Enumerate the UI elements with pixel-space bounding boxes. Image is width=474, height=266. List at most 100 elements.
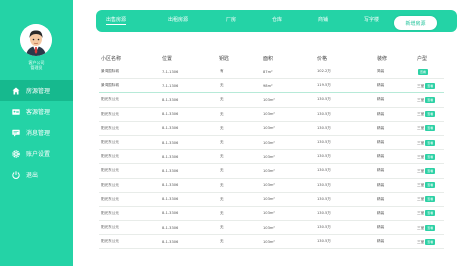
- view-badge[interactable]: 查看: [425, 139, 436, 146]
- tab-for-sale[interactable]: 出售房源: [106, 16, 127, 25]
- cell-key: 无: [220, 83, 224, 88]
- tab-warehouse[interactable]: 仓库: [272, 16, 282, 23]
- cell-decoration: 精装: [377, 83, 385, 88]
- table-row[interactable]: 阳光东公元 8-1-3306 无 103m² 130.5万 精装 三室 查看: [99, 93, 444, 108]
- cell-name: 景湾国际城: [101, 83, 119, 88]
- table-row[interactable]: 阳光东公元 8-1-3306 无 103m² 130.5万 精装 三室 查看: [99, 193, 444, 207]
- sidebar-item-label: 消息管理: [26, 130, 51, 137]
- cell-name: 阳光东公元: [101, 125, 119, 130]
- cell-location: 8-1-3306: [162, 168, 179, 173]
- avatar[interactable]: [20, 24, 52, 56]
- cell-area: 103m²: [263, 225, 275, 230]
- view-badge[interactable]: 查看: [425, 153, 436, 160]
- cell-layout: 三室 查看: [409, 224, 444, 231]
- cell-decoration: 精装: [377, 140, 385, 145]
- cell-location: 8-1-3306: [162, 183, 179, 188]
- table-row[interactable]: 阳光东公元 8-1-3306 无 103m² 130.5万 精装 三室 查看: [99, 221, 444, 236]
- cell-layout: 三室 查看: [409, 125, 444, 132]
- table-header: 小区名称 位置 钥匙 面积 价格 装修 户型: [99, 51, 444, 65]
- sidebar: 客户公司 管理员 房源管理 客源管理 消息管理 账户设置 退出: [0, 0, 73, 266]
- sidebar-item-clients[interactable]: 客源管理: [0, 101, 73, 122]
- layout-text: 三室: [417, 183, 425, 188]
- view-badge[interactable]: 查看: [425, 238, 436, 245]
- sidebar-nav: 房源管理 客源管理 消息管理 账户设置 退出: [0, 80, 73, 185]
- cell-decoration: 简装: [377, 69, 385, 74]
- cell-layout: 查看: [409, 68, 444, 75]
- tab-for-rent[interactable]: 出租房源: [168, 16, 188, 23]
- cell-layout: 三室 查看: [409, 153, 444, 160]
- table-body: 景湾国际城 7-1-1306 有 87m² 102.2万 简装 查看 景湾国际城 7-1-130…: [99, 65, 444, 250]
- view-badge[interactable]: 查看: [425, 96, 436, 103]
- cell-name: 阳光东公元: [101, 97, 119, 102]
- cell-key: 无: [220, 97, 224, 102]
- table-row[interactable]: 阳光东公元 8-1-3306 无 103m² 130.5万 精装 三室 查看: [99, 207, 444, 222]
- cell-decoration: 精装: [377, 111, 385, 116]
- view-badge[interactable]: 查看: [425, 125, 436, 132]
- view-badge[interactable]: 查看: [425, 182, 436, 189]
- view-badge[interactable]: 查看: [425, 111, 436, 118]
- view-badge[interactable]: 查看: [425, 224, 436, 231]
- layout-text: 三室: [417, 97, 425, 102]
- cell-location: 8-1-3306: [162, 112, 179, 117]
- layout-text: 三室: [417, 126, 425, 131]
- cell-area: 103m²: [263, 211, 275, 216]
- cell-price: 130.5万: [317, 168, 331, 173]
- view-badge[interactable]: 查看: [418, 68, 429, 75]
- table-row[interactable]: 阳光东公元 8-1-3306 无 103m² 130.5万 精装 三室 查看: [99, 108, 444, 122]
- id-card-icon: [12, 108, 20, 116]
- table-row[interactable]: 景湾国际城 7-1-1306 有 87m² 102.2万 简装 查看: [99, 65, 444, 80]
- cell-key: 无: [220, 154, 224, 159]
- cell-name: 阳光东公元: [101, 196, 119, 201]
- cell-name: 阳光东公元: [101, 111, 119, 116]
- table-row[interactable]: 阳光东公元 8-1-3306 无 103m² 130.5万 精装 三室 查看: [99, 122, 444, 136]
- tab-office[interactable]: 写字楼: [364, 16, 379, 23]
- user-role: 管理员: [30, 65, 43, 70]
- sidebar-item-logout[interactable]: 退出: [0, 164, 73, 185]
- cell-location: 8-1-3306: [162, 239, 179, 244]
- cell-location: 8-1-3306: [162, 197, 179, 202]
- layout-text: 三室: [417, 154, 425, 159]
- table-row[interactable]: 阳光东公元 8-1-3306 无 103m² 130.5万 精装 三室 查看: [99, 235, 444, 250]
- layout-text: 三室: [417, 168, 425, 173]
- cell-key: 无: [220, 196, 224, 201]
- add-listing-button[interactable]: 新增房源: [394, 16, 437, 30]
- view-badge[interactable]: 查看: [425, 210, 436, 217]
- tab-factory[interactable]: 厂房: [226, 16, 236, 23]
- view-badge[interactable]: 查看: [425, 196, 436, 203]
- cell-key: 无: [220, 182, 224, 187]
- column-header: 面积: [263, 55, 274, 62]
- table-row[interactable]: 阳光东公元 8-1-3306 无 103m² 130.5万 精装 三室 查看: [99, 164, 444, 179]
- cell-area: 103m²: [263, 140, 275, 145]
- view-badge[interactable]: 查看: [425, 167, 436, 174]
- cell-price: 130.5万: [317, 154, 331, 159]
- sidebar-item-label: 退出: [26, 172, 39, 179]
- cell-name: 阳光东公元: [101, 154, 119, 159]
- table-row[interactable]: 阳光东公元 8-1-3306 无 103m² 130.5万 精装 三室 查看: [99, 179, 444, 193]
- cell-location: 8-1-3306: [162, 154, 179, 159]
- cell-price: 130.5万: [317, 140, 331, 145]
- cell-key: 无: [220, 239, 224, 244]
- sidebar-item-listings[interactable]: 房源管理: [0, 80, 73, 101]
- table-row[interactable]: 景湾国际城 7-1-1306 无 98m² 119.5万 精装 三室 查看: [99, 79, 444, 94]
- cell-decoration: 精装: [377, 182, 385, 187]
- cell-price: 130.5万: [317, 97, 331, 102]
- cell-price: 130.5万: [317, 225, 331, 230]
- table-row[interactable]: 阳光东公元 8-1-3306 无 103m² 130.5万 精装 三室 查看: [99, 150, 444, 165]
- cell-name: 阳光东公元: [101, 210, 119, 215]
- message-icon: [12, 129, 20, 137]
- layout-text: 三室: [417, 239, 425, 244]
- sidebar-item-account-settings[interactable]: 账户设置: [0, 143, 73, 164]
- cell-decoration: 精装: [377, 210, 385, 215]
- tab-shop[interactable]: 商铺: [318, 16, 328, 23]
- logout-icon: [12, 170, 20, 179]
- cell-layout: 三室 查看: [409, 196, 444, 203]
- cell-area: 103m²: [263, 183, 275, 188]
- cell-price: 102.2万: [317, 69, 331, 74]
- layout-text: 三室: [417, 197, 425, 202]
- column-header: 钥匙: [219, 55, 230, 62]
- cell-location: 8-1-3306: [162, 140, 179, 145]
- table-row[interactable]: 阳光东公元 8-1-3306 无 103m² 130.5万 精装 三室 查看: [99, 136, 444, 151]
- sidebar-item-messages[interactable]: 消息管理: [0, 122, 73, 143]
- view-badge[interactable]: 查看: [425, 82, 436, 89]
- cell-key: 无: [220, 111, 224, 116]
